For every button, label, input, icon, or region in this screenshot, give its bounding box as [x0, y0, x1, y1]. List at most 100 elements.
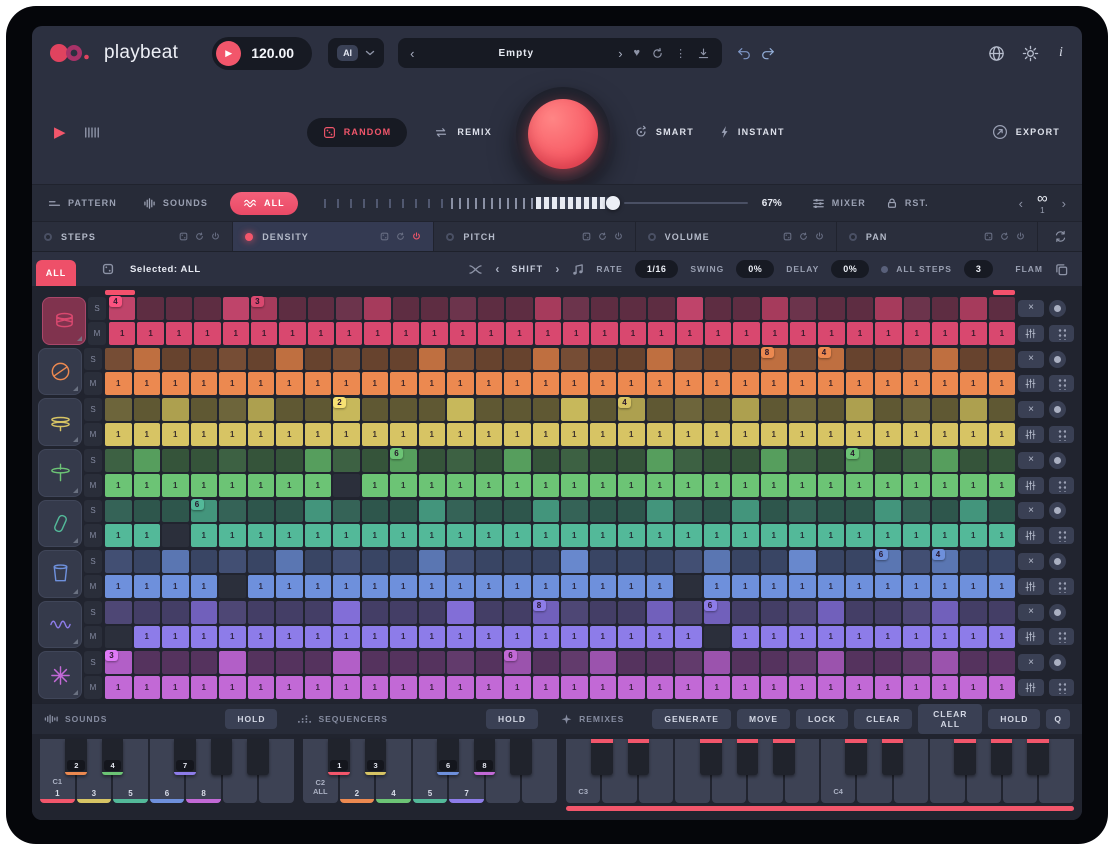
step-cell[interactable] [476, 651, 503, 674]
step-cell[interactable] [333, 474, 360, 497]
quantize-button[interactable]: Q [1046, 709, 1070, 729]
step-cell[interactable]: 1 [789, 676, 816, 699]
step-cell[interactable] [478, 297, 504, 320]
step-cell[interactable] [333, 601, 360, 624]
step-cell[interactable]: 1 [618, 474, 645, 497]
step-cell[interactable] [336, 297, 362, 320]
step-cell[interactable] [447, 398, 474, 421]
step-cell[interactable] [476, 398, 503, 421]
step-cell[interactable]: 4 [618, 398, 645, 421]
step-cell[interactable] [333, 550, 360, 573]
step-cell[interactable] [732, 348, 759, 371]
step-cell[interactable] [789, 601, 816, 624]
step-cell[interactable] [308, 297, 334, 320]
step-cell[interactable] [563, 297, 589, 320]
step-cell[interactable]: 1 [248, 524, 275, 547]
step-cell[interactable] [732, 500, 759, 523]
step-cell[interactable] [476, 601, 503, 624]
step-cell[interactable]: 1 [732, 575, 759, 598]
step-cell[interactable]: 1 [191, 676, 218, 699]
step-cell[interactable] [989, 449, 1016, 472]
step-cell[interactable]: 1 [447, 524, 474, 547]
step-cell[interactable]: 1 [162, 474, 189, 497]
step-cell[interactable] [504, 601, 531, 624]
step-cell[interactable] [105, 601, 132, 624]
step-cell[interactable] [305, 601, 332, 624]
step-cell[interactable]: 1 [563, 322, 589, 345]
step-cell[interactable]: 1 [390, 676, 417, 699]
step-cell[interactable] [960, 550, 987, 573]
step-cell[interactable]: 1 [162, 423, 189, 446]
step-cell[interactable]: 1 [476, 372, 503, 395]
track-drag-handle[interactable] [1049, 527, 1075, 544]
step-cell[interactable]: 1 [675, 372, 702, 395]
step-cell[interactable] [761, 601, 788, 624]
sync-button[interactable] [1038, 222, 1082, 251]
step-cell[interactable] [276, 398, 303, 421]
step-cell[interactable] [248, 550, 275, 573]
step-cell[interactable] [533, 550, 560, 573]
step-cell[interactable] [248, 348, 275, 371]
crossfade-button[interactable] [468, 264, 483, 275]
step-cell[interactable]: 1 [761, 626, 788, 649]
step-cell[interactable] [875, 297, 901, 320]
step-cell[interactable] [305, 500, 332, 523]
step-cell[interactable]: 1 [248, 676, 275, 699]
step-cell[interactable]: 1 [732, 372, 759, 395]
step-cell[interactable] [191, 550, 218, 573]
track-solo-button[interactable] [1049, 452, 1066, 469]
step-cell[interactable] [476, 348, 503, 371]
step-cell[interactable]: 1 [305, 575, 332, 598]
remixes-hold-button[interactable]: HOLD [988, 709, 1040, 729]
lock-button[interactable]: LOCK [796, 709, 848, 729]
step-cell[interactable] [675, 601, 702, 624]
black-key[interactable] [737, 739, 759, 775]
step-cell[interactable]: 1 [533, 524, 560, 547]
step-cell[interactable]: 1 [846, 423, 873, 446]
step-cell[interactable] [818, 398, 845, 421]
step-cell[interactable] [789, 449, 816, 472]
track-remove-button[interactable]: × [1018, 401, 1044, 418]
step-cell[interactable]: 1 [818, 575, 845, 598]
step-cell[interactable]: 1 [989, 423, 1016, 446]
step-cell[interactable]: 1 [618, 372, 645, 395]
step-cell[interactable] [219, 601, 246, 624]
step-cell[interactable] [732, 550, 759, 573]
track-icon-button[interactable] [42, 297, 86, 345]
random-mode-button[interactable]: RANDOM [307, 118, 408, 147]
step-cell[interactable]: 1 [533, 676, 560, 699]
step-cell[interactable]: 1 [960, 575, 987, 598]
step-cell[interactable] [647, 500, 674, 523]
step-cell[interactable] [219, 449, 246, 472]
track-solo-button[interactable] [1049, 401, 1066, 418]
step-cell[interactable]: 1 [447, 372, 474, 395]
step-cell[interactable] [818, 297, 844, 320]
step-cell[interactable] [447, 601, 474, 624]
step-cell[interactable] [533, 398, 560, 421]
preset-next-button[interactable]: › [618, 46, 622, 61]
step-cell[interactable] [447, 651, 474, 674]
step-cell[interactable]: 1 [535, 322, 561, 345]
step-cell[interactable]: 1 [191, 524, 218, 547]
step-cell[interactable] [476, 500, 503, 523]
step-cell[interactable]: 1 [903, 372, 930, 395]
step-cell[interactable] [134, 651, 161, 674]
power-icon[interactable] [1016, 232, 1025, 241]
step-cell[interactable]: 1 [590, 372, 617, 395]
step-cell[interactable]: 1 [932, 322, 958, 345]
step-cell[interactable] [761, 500, 788, 523]
rate-value[interactable]: 1/16 [635, 260, 679, 278]
step-cell[interactable] [134, 348, 161, 371]
step-cell[interactable] [390, 348, 417, 371]
track-filter-button[interactable] [1018, 426, 1044, 443]
step-cell[interactable]: 1 [561, 372, 588, 395]
step-cell[interactable]: 6 [704, 601, 731, 624]
step-cell[interactable]: 8 [761, 348, 788, 371]
ai-selector[interactable]: AI [328, 38, 384, 68]
step-cell[interactable]: 1 [162, 626, 189, 649]
step-cell[interactable] [333, 449, 360, 472]
flam-label[interactable]: FLAM [1015, 264, 1043, 274]
step-cell[interactable]: 1 [762, 322, 788, 345]
step-cell[interactable]: 1 [875, 575, 902, 598]
step-cell[interactable] [223, 297, 249, 320]
